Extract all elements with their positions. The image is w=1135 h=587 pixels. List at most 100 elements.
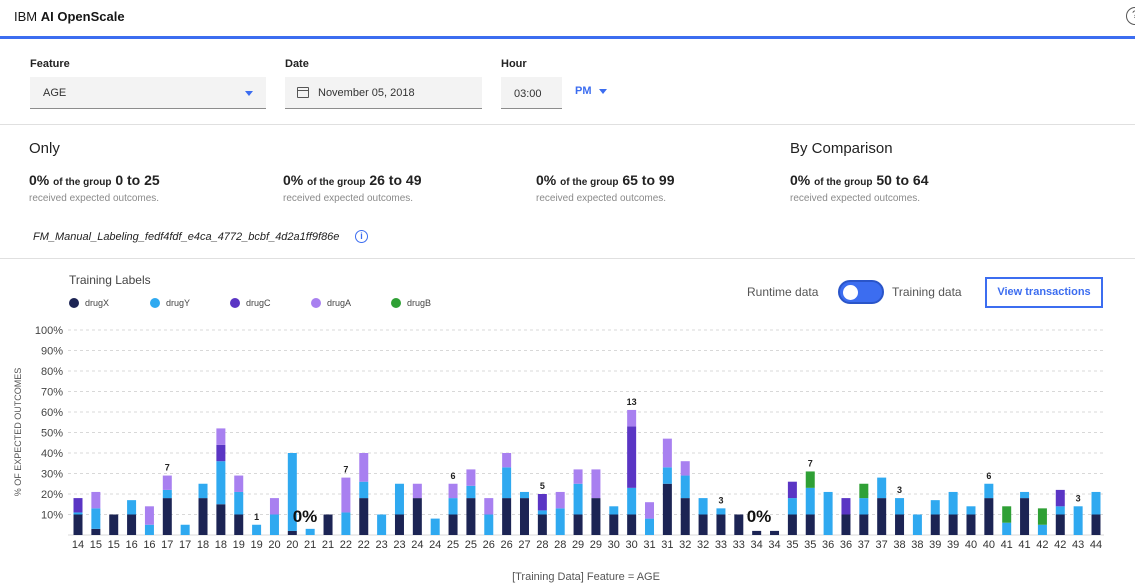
data-label: 3: [897, 485, 902, 495]
bar-segment: [502, 498, 512, 535]
zero-annotation: 0%: [293, 507, 318, 526]
x-tick-label: 31: [661, 539, 673, 551]
bar-segment: [287, 530, 297, 535]
x-tick-label: 17: [179, 539, 191, 551]
data-label: 6: [451, 471, 456, 481]
y-tick-label: 60%: [41, 407, 63, 419]
bar-segment: [662, 438, 672, 468]
bar-segment: [859, 498, 869, 515]
bar-segment: [930, 514, 940, 535]
bar-segment: [216, 444, 226, 462]
x-tick-label: 18: [215, 539, 227, 551]
y-tick-label: 70%: [41, 387, 63, 399]
bar-segment: [1091, 491, 1101, 515]
bias-chart: 10%20%30%40%50%60%70%80%90%100%% OF EXPE…: [13, 325, 1104, 583]
x-tick-label: 22: [340, 539, 352, 551]
bar-segment: [73, 498, 83, 513]
x-tick-label: 16: [143, 539, 155, 551]
bar-segment: [448, 514, 458, 535]
x-tick-label: 21: [304, 539, 316, 551]
bar-segment: [91, 508, 101, 529]
x-tick-label: 23: [375, 539, 387, 551]
bar-segment: [466, 469, 476, 486]
bar-segment: [823, 491, 833, 535]
bar-segment: [984, 498, 994, 535]
x-tick-label: 25: [465, 539, 477, 551]
x-tick-label: 44: [1090, 539, 1102, 551]
bar-segment: [787, 514, 797, 535]
bar-segment: [841, 498, 851, 515]
bar-segment: [91, 528, 101, 535]
bar-segment: [698, 498, 708, 515]
bar-segment: [1055, 506, 1065, 515]
bar-segment: [466, 485, 476, 499]
x-tick-label: 16: [125, 539, 137, 551]
bar-segment: [269, 498, 279, 515]
x-tick-label: 35: [786, 539, 798, 551]
bar-segment: [859, 514, 869, 535]
bar-segment: [359, 453, 369, 482]
bar-segment: [127, 500, 137, 515]
bar-segment: [645, 518, 655, 535]
bar-segment: [787, 498, 797, 515]
x-tick-label: 32: [697, 539, 709, 551]
bar-segment: [555, 508, 565, 535]
bar-segment: [573, 483, 583, 515]
bar-segment: [680, 498, 690, 535]
bar-segment: [216, 461, 226, 505]
bar-segment: [1037, 524, 1047, 535]
bar-segment: [966, 506, 976, 515]
bar-segment: [537, 510, 547, 515]
bar-segment: [1020, 498, 1030, 535]
x-tick-label: 29: [572, 539, 584, 551]
x-tick-label: 35: [804, 539, 816, 551]
bar-segment: [895, 498, 905, 515]
bar-segment: [895, 514, 905, 535]
bar-segment: [609, 506, 619, 515]
bar-segment: [752, 530, 762, 535]
bar-segment: [948, 514, 958, 535]
y-tick-label: 50%: [41, 428, 63, 440]
bar-segment: [1002, 522, 1012, 535]
bar-segment: [537, 514, 547, 535]
bar-segment: [73, 512, 83, 515]
bar-segment: [591, 469, 601, 499]
bar-segment: [73, 514, 83, 535]
bar-segment: [627, 426, 637, 488]
bar-segment: [877, 498, 887, 535]
x-tick-label: 34: [768, 539, 780, 551]
bar-segment: [412, 483, 422, 499]
bar-segment: [341, 512, 351, 535]
y-tick-label: 40%: [41, 448, 63, 460]
bar-segment: [519, 491, 529, 499]
x-tick-label: 20: [268, 539, 280, 551]
x-tick-label: 18: [197, 539, 209, 551]
x-tick-label: 36: [822, 539, 834, 551]
bar-segment: [716, 514, 726, 535]
bar-segment: [252, 524, 262, 535]
bar-segment: [377, 514, 387, 535]
bar-segment: [1073, 506, 1083, 535]
bar-segment: [984, 483, 994, 499]
bar-segment: [805, 487, 815, 515]
x-tick-label: 28: [554, 539, 566, 551]
bar-segment: [323, 514, 333, 535]
bar-segment: [627, 487, 637, 515]
bar-segment: [787, 481, 797, 499]
bar-segment: [805, 471, 815, 488]
y-tick-label: 100%: [35, 325, 63, 337]
bar-segment: [662, 467, 672, 484]
x-axis-title: [Training Data] Feature = AGE: [512, 571, 660, 583]
data-label: 3: [1076, 493, 1081, 503]
bar-segment: [127, 514, 137, 535]
bar-segment: [627, 514, 637, 535]
zero-annotation: 0%: [747, 507, 772, 526]
x-tick-label: 37: [876, 539, 888, 551]
data-label: 7: [808, 458, 813, 468]
x-tick-label: 43: [1072, 539, 1084, 551]
bar-segment: [162, 475, 172, 490]
bar-segment: [162, 498, 172, 535]
bar-segment: [859, 483, 869, 499]
bar-segment: [91, 491, 101, 509]
bar-segment: [216, 428, 226, 445]
